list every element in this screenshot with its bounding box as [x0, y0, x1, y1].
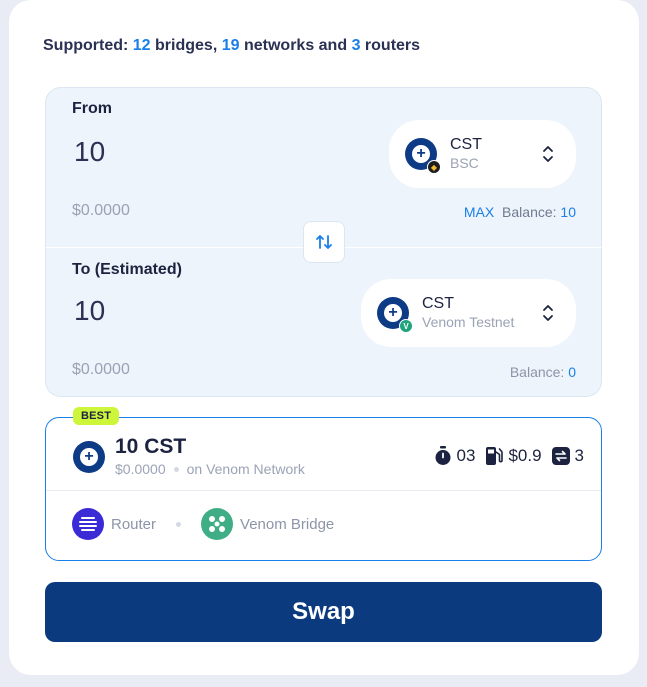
- to-balance-value: 0: [568, 364, 576, 380]
- separator-dot: [173, 466, 179, 472]
- bridge-card: Supported: 12 bridges, 19 networks and 3…: [9, 0, 639, 675]
- route-stats: 03 $0.9 3: [424, 446, 584, 466]
- chevron-up-down-icon: [543, 305, 553, 321]
- from-balance-row: MAX Balance: 10: [464, 204, 576, 220]
- router-logo-icon: [72, 508, 104, 540]
- best-route-card[interactable]: BEST + 10 CST $0.0000 on Venom Network 0…: [45, 407, 602, 561]
- from-amount-input[interactable]: [74, 136, 334, 168]
- from-label: From: [72, 100, 112, 117]
- routers-count: 3: [351, 37, 361, 54]
- bsc-chain-icon: ◆: [427, 160, 441, 174]
- swap-button[interactable]: Swap: [45, 582, 602, 642]
- to-balance-label: Balance:: [509, 364, 565, 380]
- provider-router-name: Router: [111, 515, 157, 533]
- from-balance-label: Balance:: [502, 204, 557, 220]
- networks-count: 19: [221, 37, 240, 54]
- gas-pump-icon: [486, 447, 504, 465]
- route-providers: Router Venom Bridge: [72, 508, 334, 540]
- to-balance-row: Balance: 0: [510, 364, 576, 380]
- route-divider: [46, 490, 601, 491]
- separator-dot: [176, 521, 182, 527]
- route-amount: 10 CST: [115, 435, 187, 458]
- provider-router: Router: [72, 508, 156, 540]
- max-button[interactable]: MAX: [464, 204, 494, 220]
- cst-token-icon: + ◆: [405, 138, 441, 174]
- cst-token-icon: + V: [377, 297, 413, 333]
- from-token-selector[interactable]: + ◆ CST BSC: [389, 120, 576, 188]
- route-subtext: $0.0000 on Venom Network: [115, 461, 305, 477]
- to-amount-input[interactable]: [74, 295, 334, 327]
- provider-venom-bridge: Venom Bridge: [201, 508, 334, 540]
- route-time-stat: 03: [434, 446, 476, 466]
- to-usd-value: $0.0000: [72, 361, 130, 378]
- best-badge: BEST: [73, 407, 120, 425]
- from-token-chain: BSC: [450, 155, 479, 171]
- chevron-up-down-icon: [543, 146, 553, 162]
- swap-arrows-icon: [316, 235, 332, 249]
- routers-label: routers: [364, 37, 421, 54]
- route-network: on Venom Network: [186, 461, 305, 477]
- route-time: 03: [456, 446, 476, 465]
- bridges-count: 12: [132, 37, 151, 54]
- to-token-symbol: CST: [422, 295, 454, 312]
- to-token-chain: Venom Testnet: [422, 314, 515, 330]
- from-balance-value: 10: [560, 204, 576, 220]
- route-steps: 3: [574, 446, 584, 465]
- route-gas: $0.9: [508, 446, 542, 465]
- stopwatch-icon: [435, 446, 451, 465]
- supported-summary: Supported: 12 bridges, 19 networks and 3…: [43, 37, 420, 55]
- steps-exchange-icon: [551, 447, 570, 465]
- networks-label: networks and: [243, 37, 348, 54]
- bridges-label: bridges,: [155, 37, 218, 54]
- route-steps-stat: 3: [551, 446, 584, 466]
- venom-bridge-logo-icon: [201, 508, 234, 540]
- from-token-symbol: CST: [450, 136, 482, 153]
- from-usd-value: $0.0000: [72, 202, 130, 219]
- to-panel: To (Estimated) $0.0000 + V CST Venom Tes…: [45, 247, 602, 397]
- supported-prefix: Supported:: [43, 37, 129, 54]
- to-token-selector[interactable]: + V CST Venom Testnet: [361, 279, 576, 347]
- swap-direction-button[interactable]: [303, 221, 345, 263]
- cst-token-icon: +: [73, 441, 105, 473]
- route-usd-value: $0.0000: [115, 461, 166, 477]
- route-gas-stat: $0.9: [485, 446, 542, 466]
- provider-venom-bridge-name: Venom Bridge: [240, 515, 335, 533]
- to-label: To (Estimated): [72, 261, 182, 278]
- venom-chain-icon: V: [399, 319, 413, 333]
